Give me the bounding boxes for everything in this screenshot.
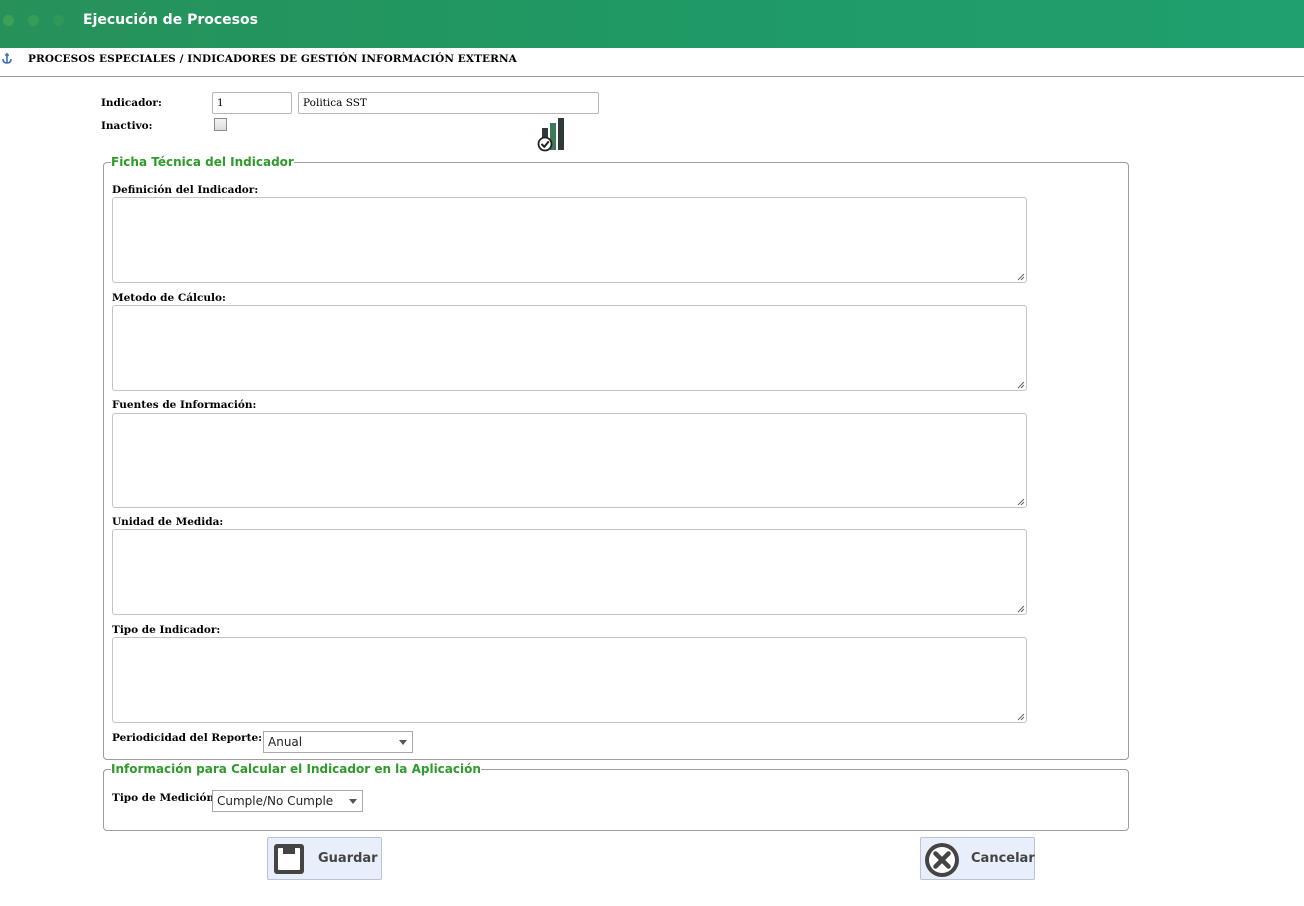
inactivo-label: Inactivo:: [101, 120, 153, 132]
tipo-medicion-select[interactable]: Cumple/No Cumple: [212, 790, 363, 812]
resize-grip-icon[interactable]: [1017, 713, 1025, 721]
anchor-icon: [2, 53, 12, 64]
indicador-code-input[interactable]: [212, 92, 292, 114]
calculo-legend: Información para Calcular el Indicador e…: [111, 762, 481, 776]
chevron-down-icon: [399, 740, 407, 745]
indicator-chart-icon[interactable]: [536, 116, 572, 152]
tipo-indicador-label: Tipo de Indicador:: [112, 624, 221, 636]
tipo-medicion-label: Tipo de Medición:: [112, 792, 219, 804]
inactivo-checkbox[interactable]: [214, 118, 227, 131]
definicion-textarea[interactable]: [112, 197, 1027, 283]
indicador-label: Indicador:: [101, 97, 162, 109]
metodo-calculo-textarea[interactable]: [112, 305, 1027, 391]
metodo-calculo-label: Metodo de Cálculo:: [112, 292, 226, 304]
close-icon: [925, 843, 959, 877]
window-title: Ejecución de Procesos: [83, 12, 258, 28]
periodicidad-select[interactable]: Anual: [263, 731, 413, 753]
save-button-label: Guardar: [318, 851, 378, 866]
resize-grip-icon[interactable]: [1017, 381, 1025, 389]
tipo-medicion-value: Cumple/No Cumple: [217, 794, 334, 808]
fuentes-informacion-label: Fuentes de Información:: [112, 399, 257, 411]
fuentes-informacion-textarea[interactable]: [112, 413, 1027, 508]
tipo-indicador-textarea[interactable]: [112, 637, 1027, 723]
cancel-button[interactable]: Cancelar: [920, 837, 1035, 880]
window-dot-icon[interactable]: [53, 15, 64, 26]
unidad-medida-textarea[interactable]: [112, 529, 1027, 615]
window-dot-icon[interactable]: [3, 15, 14, 26]
resize-grip-icon[interactable]: [1017, 498, 1025, 506]
title-bar: Ejecución de Procesos: [0, 0, 1304, 48]
breadcrumb-bar: PROCESOS ESPECIALES / INDICADORES DE GES…: [0, 48, 1304, 77]
resize-grip-icon[interactable]: [1017, 273, 1025, 281]
resize-grip-icon[interactable]: [1017, 605, 1025, 613]
cancel-button-label: Cancelar: [971, 851, 1035, 866]
save-button[interactable]: Guardar: [267, 837, 382, 880]
ficha-tecnica-legend: Ficha Técnica del Indicador: [111, 155, 294, 169]
definicion-label: Definición del Indicador:: [112, 184, 259, 196]
periodicidad-value: Anual: [268, 735, 303, 749]
breadcrumb: PROCESOS ESPECIALES / INDICADORES DE GES…: [28, 53, 517, 65]
periodicidad-label: Periodicidad del Reporte:: [112, 732, 263, 744]
unidad-medida-label: Unidad de Medida:: [112, 516, 224, 528]
window-dot-icon[interactable]: [28, 15, 39, 26]
floppy-disk-icon: [274, 844, 304, 874]
chevron-down-icon: [349, 799, 357, 804]
indicador-name-input[interactable]: [298, 92, 599, 114]
